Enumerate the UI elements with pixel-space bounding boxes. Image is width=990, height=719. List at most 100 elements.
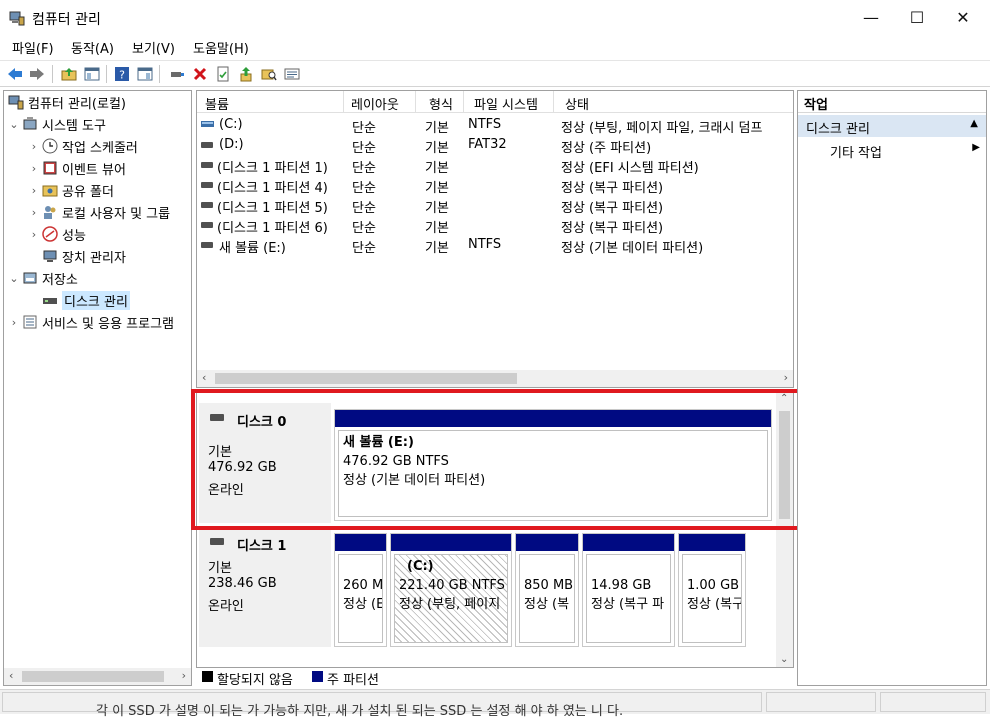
tree-item-local-users[interactable]: › 로컬 사용자 및 그룹 (28, 202, 170, 222)
chevron-down-icon[interactable]: ⌄ (8, 272, 20, 285)
volume-row[interactable]: (디스크 1 파티션 4) 단순 기본 정상 (복구 파티션) (197, 175, 793, 196)
column-header-layout[interactable]: 레이아웃 (351, 94, 399, 113)
volume-name: (디스크 1 파티션 5) (217, 201, 328, 216)
tree-item-root[interactable]: 컴퓨터 관리(로컬) (6, 92, 126, 112)
tree-item-device-manager[interactable]: 장치 관리자 (40, 246, 126, 266)
action-pane-icon (137, 67, 153, 81)
column-divider[interactable] (553, 91, 554, 113)
find-button[interactable] (260, 65, 278, 83)
partition-bar (516, 534, 578, 551)
volume-row[interactable]: (D:) 단순 기본 FAT32 정상 (주 파티션) (197, 135, 793, 156)
partition-bar (583, 534, 674, 551)
column-header-status[interactable]: 상태 (565, 94, 589, 113)
volume-name: (디스크 1 파티션 4) (217, 181, 328, 196)
toolbar-separator (159, 65, 160, 83)
chevron-right-icon[interactable]: › (28, 206, 40, 219)
tree-item-services[interactable]: › 서비스 및 응용 프로그램 (8, 312, 174, 332)
scroll-left-icon[interactable]: ‹ (202, 371, 206, 384)
chevron-right-icon[interactable]: › (28, 228, 40, 241)
chevron-right-icon[interactable]: › (8, 316, 20, 329)
collapse-up-icon[interactable]: ▲ (970, 118, 978, 129)
tree-item-event-viewer[interactable]: › 이벤트 뷰어 (28, 158, 126, 178)
tree-horizontal-scrollbar[interactable]: ‹ › (4, 668, 191, 685)
partition-recovery-6[interactable]: 1.00 GB 정상 (복구 (678, 533, 746, 647)
volume-name: (D:) (219, 137, 244, 152)
minimize-button[interactable]: — (848, 0, 894, 34)
window-title: 컴퓨터 관리 (32, 12, 101, 28)
actions-more-actions[interactable]: 기타 작업 ▶ (830, 139, 980, 161)
column-header-filesystem[interactable]: 파일 시스템 (474, 94, 538, 113)
actions-header: 작업 (798, 91, 986, 113)
partition-bar (391, 534, 511, 551)
partition-recovery-4[interactable]: 850 MB 정상 (복 (515, 533, 579, 647)
volume-filesystem: NTFS (468, 237, 502, 252)
delete-button[interactable] (191, 65, 209, 83)
chevron-right-icon[interactable]: › (28, 184, 40, 197)
column-divider[interactable] (343, 91, 344, 113)
volume-row[interactable]: (디스크 1 파티션 6) 단순 기본 정상 (복구 파티션) (197, 215, 793, 236)
svg-text:?: ? (119, 69, 125, 82)
show-tree-button[interactable] (83, 65, 101, 83)
column-header-volume[interactable]: 볼륨 (205, 94, 229, 113)
scrollbar-thumb[interactable] (215, 373, 517, 384)
disk-name: 디스크 1 (237, 539, 287, 554)
disk-1-info[interactable]: 디스크 1 기본 238.46 GB 온라인 (199, 527, 331, 647)
export-button[interactable] (237, 65, 255, 83)
volume-row[interactable]: (디스크 1 파티션 1) 단순 기본 정상 (EFI 시스템 파티션) (197, 155, 793, 176)
scroll-left-icon[interactable]: ‹ (9, 669, 13, 682)
disk-state: 온라인 (208, 599, 244, 614)
maximize-button[interactable]: ☐ (894, 0, 940, 34)
chevron-down-icon[interactable]: ⌄ (8, 118, 20, 131)
partition-details: 260 M 정상 (E (338, 554, 383, 643)
volume-row[interactable]: (C:) 단순 기본 NTFS 정상 (부팅, 페이지 파일, 크래시 덤프 (197, 115, 793, 136)
back-button[interactable] (6, 65, 24, 83)
help-icon: ? (115, 67, 129, 82)
scroll-right-icon[interactable]: › (784, 371, 788, 384)
scroll-down-icon[interactable]: ⌄ (780, 654, 788, 665)
forward-button[interactable] (28, 65, 46, 83)
column-header-type[interactable]: 형식 (429, 94, 453, 113)
column-divider[interactable] (415, 91, 416, 113)
scrollbar-thumb[interactable] (22, 671, 164, 682)
title-bar: 컴퓨터 관리 — ☐ ✕ (0, 0, 990, 36)
tree-item-system-tools[interactable]: ⌄ 시스템 도구 (8, 114, 106, 134)
partition-c[interactable]: (C:) 221.40 GB NTFS 정상 (부팅, 페이지 (390, 533, 512, 647)
volume-row[interactable]: (디스크 1 파티션 5) 단순 기본 정상 (복구 파티션) (197, 195, 793, 216)
tree-item-label: 저장소 (42, 272, 78, 288)
services-icon (23, 315, 37, 329)
menu-view[interactable]: 보기(V) (132, 38, 175, 57)
partition-status: 정상 (복 (524, 597, 570, 612)
tree-item-task-scheduler[interactable]: › 작업 스케줄러 (28, 136, 138, 156)
tree-item-disk-management[interactable]: 디스크 관리 (40, 290, 130, 310)
menu-file[interactable]: 파일(F) (12, 38, 54, 57)
connect-button[interactable] (168, 65, 186, 83)
scroll-right-icon[interactable]: › (182, 669, 186, 682)
volume-type: 기본 (425, 121, 449, 136)
chevron-right-icon[interactable]: › (28, 162, 40, 175)
tree-item-label: 성능 (62, 228, 86, 244)
tree-item-performance[interactable]: › 성능 (28, 224, 86, 244)
volume-status: 정상 (복구 파티션) (561, 221, 664, 236)
volume-filesystem: NTFS (468, 117, 502, 132)
menu-bar: 파일(F) 동작(A) 보기(V) 도움말(H) (0, 36, 990, 58)
list-view-button[interactable] (283, 65, 301, 83)
close-button[interactable]: ✕ (940, 0, 986, 34)
actions-disk-management[interactable]: 디스크 관리 ▲ (798, 115, 986, 137)
menu-help[interactable]: 도움말(H) (193, 38, 249, 57)
properties-button[interactable] (214, 65, 232, 83)
tree-item-storage[interactable]: ⌄ 저장소 (8, 268, 78, 288)
partition-recovery-5[interactable]: 14.98 GB 정상 (복구 파 (582, 533, 675, 647)
tree-item-shared-folders[interactable]: › 공유 폴더 (28, 180, 114, 200)
chevron-right-icon[interactable]: › (28, 140, 40, 153)
help-button[interactable]: ? (113, 65, 131, 83)
menu-action[interactable]: 동작(A) (71, 38, 114, 57)
volume-row[interactable]: 새 볼륨 (E:) 단순 기본 NTFS 정상 (기본 데이터 파티션) (197, 235, 793, 256)
column-divider[interactable] (463, 91, 464, 113)
drive-icon (201, 142, 213, 148)
up-folder-button[interactable] (60, 65, 78, 83)
volume-list-horizontal-scrollbar[interactable]: ‹ › (197, 370, 793, 387)
volume-list-pane: 볼륨 레이아웃 형식 파일 시스템 상태 (C:) 단순 기본 NTFS 정상 … (196, 90, 794, 388)
show-action-pane-button[interactable] (136, 65, 154, 83)
tree-item-label: 이벤트 뷰어 (62, 162, 126, 178)
partition-efi[interactable]: 260 M 정상 (E (334, 533, 387, 647)
